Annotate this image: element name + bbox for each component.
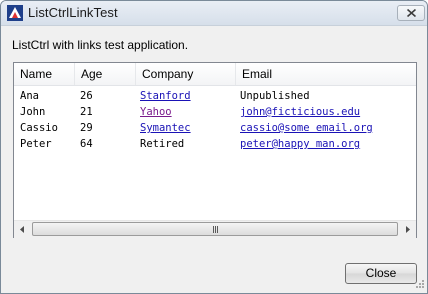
cell-age: 29 xyxy=(80,122,93,134)
cell-email: Unpublished xyxy=(240,90,310,102)
cell-age: 21 xyxy=(80,106,93,118)
description-label: ListCtrl with links test application. xyxy=(12,38,189,52)
window-close-button[interactable] xyxy=(397,5,425,21)
arrow-right-icon xyxy=(406,226,410,233)
app-icon xyxy=(7,5,23,21)
column-header-company[interactable]: Company xyxy=(136,63,236,85)
company-link[interactable]: Stanford xyxy=(140,88,191,104)
email-link[interactable]: john@ficticious.edu xyxy=(240,104,360,120)
column-header-name[interactable]: Name xyxy=(14,63,75,85)
cell-name: Cassio xyxy=(20,122,58,134)
scroll-left-button[interactable] xyxy=(14,221,31,238)
title-bar[interactable]: ListCtrlLinkTest xyxy=(1,1,427,26)
column-header-age[interactable]: Age xyxy=(75,63,136,85)
list-header: Name Age Company Email xyxy=(14,63,416,86)
email-link[interactable]: peter@happy man.org xyxy=(240,136,360,152)
column-header-email[interactable]: Email xyxy=(236,63,416,85)
table-row[interactable]: Ana 26 Stanford Unpublished xyxy=(14,88,416,104)
table-row[interactable]: Cassio 29 Symantec cassio@some email.org xyxy=(14,120,416,136)
scroll-thumb[interactable] xyxy=(32,222,398,236)
cell-company: Retired xyxy=(140,138,185,150)
resize-gripper-icon[interactable] xyxy=(413,279,425,291)
window-title: ListCtrlLinkTest xyxy=(28,5,118,20)
arrow-left-icon xyxy=(20,226,24,233)
grip-icon xyxy=(213,226,218,233)
table-row[interactable]: John 21 Yahoo john@ficticious.edu xyxy=(14,104,416,120)
cell-age: 64 xyxy=(80,138,93,150)
close-button[interactable]: Close xyxy=(345,263,417,284)
cell-age: 26 xyxy=(80,90,93,102)
close-icon xyxy=(407,9,416,17)
table-row[interactable]: Peter 64 Retired peter@happy man.org xyxy=(14,136,416,152)
cell-name: Peter xyxy=(20,138,52,150)
main-window: ListCtrlLinkTest ListCtrl with links tes… xyxy=(0,0,428,294)
cell-name: Ana xyxy=(20,90,39,102)
cell-name: John xyxy=(20,106,46,118)
list-control[interactable]: Name Age Company Email Ana 26 Stanford U… xyxy=(13,62,417,238)
company-link[interactable]: Symantec xyxy=(140,120,191,136)
company-link[interactable]: Yahoo xyxy=(140,104,172,120)
scroll-right-button[interactable] xyxy=(399,221,416,238)
horizontal-scrollbar[interactable] xyxy=(14,220,416,238)
email-link[interactable]: cassio@some email.org xyxy=(240,120,373,136)
